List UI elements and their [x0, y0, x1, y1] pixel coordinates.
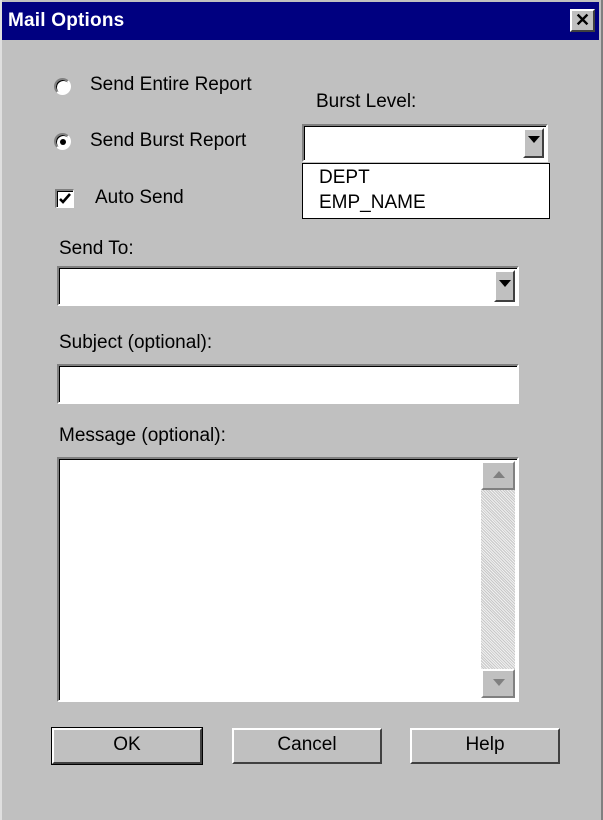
subject-input[interactable]: [57, 364, 519, 404]
send-to-label: Send To:: [59, 238, 134, 259]
dropdown-option-dept[interactable]: DEPT: [319, 167, 370, 189]
scroll-up-button[interactable]: [481, 461, 515, 490]
subject-label: Subject (optional):: [59, 332, 213, 353]
mail-options-dialog: Mail Options ✕ Send Entire Report Send B…: [0, 0, 603, 820]
send-burst-report-radio[interactable]: [54, 133, 71, 150]
burst-level-combobox[interactable]: [302, 124, 548, 162]
send-to-combobox[interactable]: [57, 266, 519, 306]
window-title: Mail Options: [8, 10, 125, 31]
message-textarea[interactable]: [57, 457, 519, 702]
chevron-down-icon: [499, 280, 511, 287]
dialog-frame-left: [0, 0, 2, 820]
close-icon: ✕: [574, 10, 591, 30]
auto-send-checkbox[interactable]: [55, 189, 74, 208]
send-burst-report-label[interactable]: Send Burst Report: [90, 130, 246, 152]
chevron-down-icon: [528, 136, 540, 143]
scroll-up-arrow-icon: [493, 471, 505, 478]
title-bar[interactable]: Mail Options ✕: [2, 2, 599, 40]
message-label: Message (optional):: [59, 425, 226, 446]
send-entire-report-radio[interactable]: [54, 78, 71, 95]
checkmark-icon: [59, 193, 71, 204]
cancel-button[interactable]: Cancel: [232, 728, 382, 764]
send-to-dropdown-button[interactable]: [494, 270, 515, 302]
auto-send-label[interactable]: Auto Send: [95, 187, 184, 209]
scroll-down-arrow-icon: [493, 679, 505, 686]
burst-level-label: Burst Level:: [316, 91, 417, 112]
close-button[interactable]: ✕: [570, 9, 595, 32]
send-entire-report-label[interactable]: Send Entire Report: [90, 74, 252, 96]
radio-selected-dot: [60, 139, 66, 145]
burst-level-dropdown-list: DEPT EMP_NAME: [302, 163, 550, 219]
burst-level-dropdown-button[interactable]: [523, 128, 544, 158]
help-button[interactable]: Help: [410, 728, 560, 764]
scroll-down-button[interactable]: [481, 669, 515, 698]
dropdown-option-emp-name[interactable]: EMP_NAME: [319, 192, 426, 214]
ok-button[interactable]: OK: [51, 727, 203, 765]
message-scrollbar[interactable]: [481, 461, 515, 698]
